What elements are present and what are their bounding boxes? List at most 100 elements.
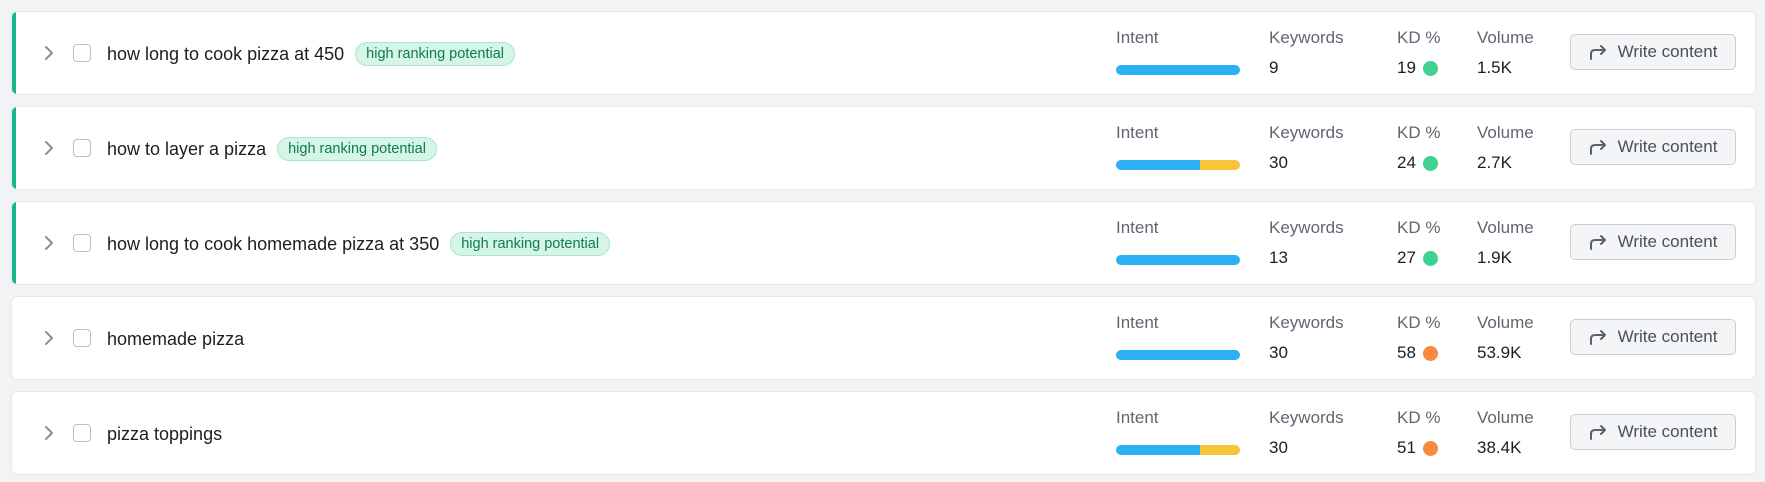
row-checkbox[interactable] xyxy=(73,424,91,442)
row-title-group: how to layer a pizza high ranking potent… xyxy=(107,107,437,189)
intent-segment-commercial xyxy=(1200,445,1240,455)
row-title-group: homemade pizza xyxy=(107,297,244,379)
share-arrow-icon xyxy=(1589,425,1606,440)
chevron-right-icon[interactable] xyxy=(40,138,58,158)
share-arrow-icon xyxy=(1589,330,1606,345)
kd-value: 19 xyxy=(1397,58,1416,77)
kd-value-group: 19 xyxy=(1397,58,1438,78)
intent-segment-informational xyxy=(1116,255,1240,265)
intent-bar xyxy=(1116,350,1240,360)
chevron-right-icon[interactable] xyxy=(40,328,58,348)
kd-value-group: 58 xyxy=(1397,343,1438,363)
kd-value-group: 27 xyxy=(1397,248,1438,268)
row-checkbox[interactable] xyxy=(73,234,91,252)
volume-value: 53.9K xyxy=(1477,343,1522,362)
row-title-group: how long to cook pizza at 450 high ranki… xyxy=(107,12,516,94)
write-content-button[interactable]: Write content xyxy=(1570,224,1736,260)
volume-label: Volume xyxy=(1477,218,1534,237)
intent-segment-informational xyxy=(1116,350,1240,360)
row-title-group: pizza toppings xyxy=(107,392,222,474)
kd-value-group: 24 xyxy=(1397,153,1438,173)
share-arrow-icon xyxy=(1589,235,1606,250)
keywords-label: Keywords xyxy=(1269,123,1344,142)
keywords-value: 30 xyxy=(1269,153,1288,172)
row-checkbox[interactable] xyxy=(73,139,91,157)
chevron-right-icon[interactable] xyxy=(40,423,58,443)
write-content-button[interactable]: Write content xyxy=(1570,129,1736,165)
intent-label: Intent xyxy=(1116,28,1159,47)
topic-title[interactable]: homemade pizza xyxy=(107,329,244,350)
write-content-label: Write content xyxy=(1617,422,1718,441)
topic-title[interactable]: how long to cook homemade pizza at 350 xyxy=(107,234,439,255)
topic-row: how to layer a pizza high ranking potent… xyxy=(11,106,1756,190)
topic-row: how long to cook homemade pizza at 350 h… xyxy=(11,201,1756,285)
keywords-value: 30 xyxy=(1269,343,1288,362)
kd-difficulty-dot xyxy=(1422,60,1438,76)
topic-title[interactable]: how to layer a pizza xyxy=(107,139,266,160)
keywords-label: Keywords xyxy=(1269,313,1344,332)
intent-label: Intent xyxy=(1116,218,1159,237)
chevron-right-icon[interactable] xyxy=(40,43,58,63)
write-content-label: Write content xyxy=(1617,327,1718,346)
write-content-label: Write content xyxy=(1617,232,1718,251)
write-content-label: Write content xyxy=(1617,137,1718,156)
row-checkbox[interactable] xyxy=(73,44,91,62)
kd-difficulty-dot xyxy=(1422,155,1438,171)
keywords-label: Keywords xyxy=(1269,28,1344,47)
kd-label: KD % xyxy=(1397,408,1441,427)
topic-row: pizza toppings Intent Keywords 30 KD % 5… xyxy=(11,391,1756,475)
intent-label: Intent xyxy=(1116,313,1159,332)
intent-label: Intent xyxy=(1116,123,1159,142)
kd-difficulty-dot xyxy=(1422,440,1438,456)
topic-title[interactable]: how long to cook pizza at 450 xyxy=(107,44,344,65)
volume-label: Volume xyxy=(1477,28,1534,47)
volume-value: 1.5K xyxy=(1477,58,1512,77)
kd-difficulty-dot xyxy=(1422,250,1438,266)
kd-value: 27 xyxy=(1397,248,1416,267)
kd-label: KD % xyxy=(1397,313,1441,332)
kd-label: KD % xyxy=(1397,218,1441,237)
intent-segment-commercial xyxy=(1200,160,1240,170)
intent-segment-informational xyxy=(1116,65,1240,75)
volume-label: Volume xyxy=(1477,313,1534,332)
share-arrow-icon xyxy=(1589,45,1606,60)
volume-value: 38.4K xyxy=(1477,438,1522,457)
keywords-label: Keywords xyxy=(1269,408,1344,427)
row-checkbox[interactable] xyxy=(73,329,91,347)
write-content-button[interactable]: Write content xyxy=(1570,414,1736,450)
kd-label: KD % xyxy=(1397,28,1441,47)
topic-row: how long to cook pizza at 450 high ranki… xyxy=(11,11,1756,95)
kd-value-group: 51 xyxy=(1397,438,1438,458)
intent-bar xyxy=(1116,255,1240,265)
keywords-value: 30 xyxy=(1269,438,1288,457)
write-content-label: Write content xyxy=(1617,42,1718,61)
chevron-right-icon[interactable] xyxy=(40,233,58,253)
intent-bar xyxy=(1116,65,1240,75)
share-arrow-icon xyxy=(1589,140,1606,155)
kd-value: 24 xyxy=(1397,153,1416,172)
intent-bar xyxy=(1116,160,1240,170)
volume-label: Volume xyxy=(1477,123,1534,142)
intent-segment-informational xyxy=(1116,445,1201,455)
volume-label: Volume xyxy=(1477,408,1534,427)
ranking-badge: high ranking potential xyxy=(450,232,611,256)
topic-list: how long to cook pizza at 450 high ranki… xyxy=(0,0,1765,482)
kd-difficulty-dot xyxy=(1422,345,1438,361)
kd-label: KD % xyxy=(1397,123,1441,142)
kd-value: 51 xyxy=(1397,438,1416,457)
write-content-button[interactable]: Write content xyxy=(1570,319,1736,355)
keywords-value: 13 xyxy=(1269,248,1288,267)
intent-bar xyxy=(1116,445,1240,455)
row-title-group: how long to cook homemade pizza at 350 h… xyxy=(107,202,611,284)
intent-label: Intent xyxy=(1116,408,1159,427)
topic-row: homemade pizza Intent Keywords 30 KD % 5… xyxy=(11,296,1756,380)
volume-value: 2.7K xyxy=(1477,153,1512,172)
topic-title[interactable]: pizza toppings xyxy=(107,424,222,445)
keywords-label: Keywords xyxy=(1269,218,1344,237)
keywords-value: 9 xyxy=(1269,58,1279,77)
volume-value: 1.9K xyxy=(1477,248,1512,267)
ranking-badge: high ranking potential xyxy=(355,42,516,66)
write-content-button[interactable]: Write content xyxy=(1570,34,1736,70)
intent-segment-informational xyxy=(1116,160,1201,170)
kd-value: 58 xyxy=(1397,343,1416,362)
